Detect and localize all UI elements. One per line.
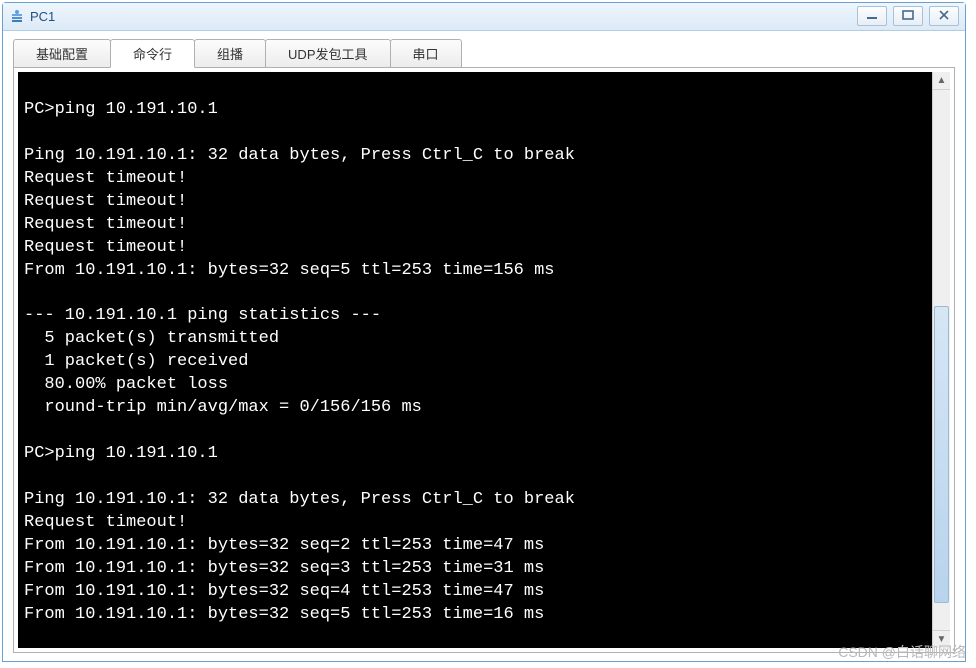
maximize-button[interactable] xyxy=(893,6,923,26)
maximize-icon xyxy=(902,9,914,23)
terminal[interactable]: PC>ping 10.191.10.1 Ping 10.191.10.1: 32… xyxy=(18,72,932,648)
content-area: 基础配置 命令行 组播 UDP发包工具 串口 PC>ping 10.191.10… xyxy=(3,31,965,661)
minimize-icon xyxy=(866,9,878,23)
window-controls xyxy=(857,6,959,26)
tab-serial[interactable]: 串口 xyxy=(390,39,462,68)
scroll-thumb[interactable] xyxy=(934,306,949,603)
close-button[interactable] xyxy=(929,6,959,26)
watermark: CSDN @白话聊网络 xyxy=(838,642,966,662)
app-window: PC1 基础配置 命令行 组播 UDP发包工具 串口 PC>ping 10.19… xyxy=(2,2,966,662)
scrollbar[interactable]: ▲ ▼ xyxy=(932,72,950,648)
tab-command-line[interactable]: 命令行 xyxy=(110,39,195,68)
minimize-button[interactable] xyxy=(857,6,887,26)
window-title: PC1 xyxy=(30,9,55,24)
tab-udp-tool[interactable]: UDP发包工具 xyxy=(265,39,390,68)
tab-bar: 基础配置 命令行 组播 UDP发包工具 串口 xyxy=(13,39,955,68)
tab-basic-config[interactable]: 基础配置 xyxy=(13,39,111,68)
app-icon xyxy=(9,9,25,25)
titlebar: PC1 xyxy=(3,3,965,31)
terminal-panel: PC>ping 10.191.10.1 Ping 10.191.10.1: 32… xyxy=(13,67,955,653)
close-icon xyxy=(938,9,950,23)
scroll-track[interactable] xyxy=(933,90,950,630)
scroll-up-button[interactable]: ▲ xyxy=(933,72,950,90)
tab-multicast[interactable]: 组播 xyxy=(194,39,266,68)
